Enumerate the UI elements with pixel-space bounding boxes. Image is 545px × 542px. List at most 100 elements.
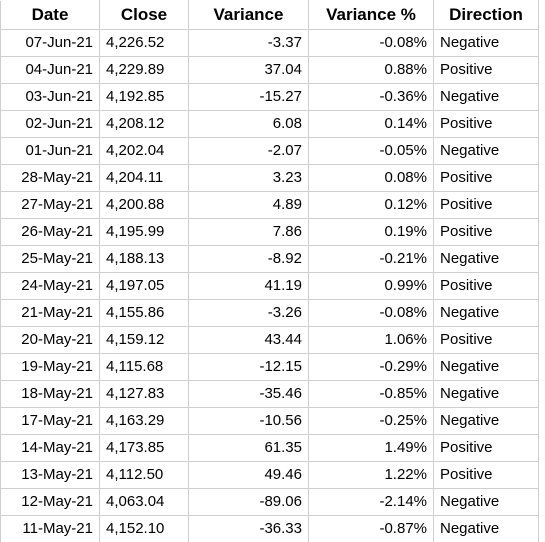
cell-close[interactable]: 4,173.85 — [100, 435, 189, 462]
table-row[interactable]: 24-May-214,197.0541.190.99%Positive — [1, 273, 539, 300]
cell-date[interactable]: 24-May-21 — [1, 273, 100, 300]
table-row[interactable]: 27-May-214,200.884.890.12%Positive — [1, 192, 539, 219]
cell-variance_pct[interactable]: 0.99% — [309, 273, 434, 300]
table-row[interactable]: 03-Jun-214,192.85-15.27-0.36%Negative — [1, 84, 539, 111]
cell-variance_pct[interactable]: -0.08% — [309, 300, 434, 327]
cell-close[interactable]: 4,229.89 — [100, 57, 189, 84]
cell-direction[interactable]: Negative — [434, 246, 539, 273]
cell-date[interactable]: 13-May-21 — [1, 462, 100, 489]
cell-close[interactable]: 4,155.86 — [100, 300, 189, 327]
cell-variance[interactable]: -12.15 — [189, 354, 309, 381]
cell-date[interactable]: 17-May-21 — [1, 408, 100, 435]
table-row[interactable]: 12-May-214,063.04-89.06-2.14%Negative — [1, 489, 539, 516]
cell-variance[interactable]: 3.23 — [189, 165, 309, 192]
cell-variance[interactable]: 61.35 — [189, 435, 309, 462]
table-row[interactable]: 11-May-214,152.10-36.33-0.87%Negative — [1, 516, 539, 542]
cell-variance[interactable]: -15.27 — [189, 84, 309, 111]
cell-close[interactable]: 4,127.83 — [100, 381, 189, 408]
cell-close[interactable]: 4,202.04 — [100, 138, 189, 165]
cell-close[interactable]: 4,200.88 — [100, 192, 189, 219]
table-row[interactable]: 02-Jun-214,208.126.080.14%Positive — [1, 111, 539, 138]
cell-direction[interactable]: Negative — [434, 408, 539, 435]
column-header-variance[interactable]: Variance — [189, 1, 309, 30]
table-row[interactable]: 17-May-214,163.29-10.56-0.25%Negative — [1, 408, 539, 435]
cell-variance[interactable]: 41.19 — [189, 273, 309, 300]
table-row[interactable]: 25-May-214,188.13-8.92-0.21%Negative — [1, 246, 539, 273]
cell-close[interactable]: 4,192.85 — [100, 84, 189, 111]
cell-close[interactable]: 4,152.10 — [100, 516, 189, 542]
cell-direction[interactable]: Positive — [434, 111, 539, 138]
cell-direction[interactable]: Positive — [434, 327, 539, 354]
cell-variance_pct[interactable]: -0.05% — [309, 138, 434, 165]
cell-close[interactable]: 4,163.29 — [100, 408, 189, 435]
cell-date[interactable]: 20-May-21 — [1, 327, 100, 354]
cell-variance_pct[interactable]: 1.49% — [309, 435, 434, 462]
cell-close[interactable]: 4,159.12 — [100, 327, 189, 354]
cell-variance_pct[interactable]: 0.08% — [309, 165, 434, 192]
table-row[interactable]: 04-Jun-214,229.8937.040.88%Positive — [1, 57, 539, 84]
cell-variance_pct[interactable]: 0.12% — [309, 192, 434, 219]
column-header-close[interactable]: Close — [100, 1, 189, 30]
cell-close[interactable]: 4,115.68 — [100, 354, 189, 381]
cell-variance_pct[interactable]: -0.87% — [309, 516, 434, 542]
cell-variance[interactable]: -3.37 — [189, 30, 309, 57]
cell-direction[interactable]: Negative — [434, 300, 539, 327]
cell-variance[interactable]: 4.89 — [189, 192, 309, 219]
cell-close[interactable]: 4,112.50 — [100, 462, 189, 489]
cell-variance_pct[interactable]: 0.88% — [309, 57, 434, 84]
table-row[interactable]: 19-May-214,115.68-12.15-0.29%Negative — [1, 354, 539, 381]
cell-variance_pct[interactable]: -0.21% — [309, 246, 434, 273]
cell-date[interactable]: 21-May-21 — [1, 300, 100, 327]
cell-date[interactable]: 12-May-21 — [1, 489, 100, 516]
cell-variance_pct[interactable]: -2.14% — [309, 489, 434, 516]
cell-direction[interactable]: Negative — [434, 354, 539, 381]
table-row[interactable]: 14-May-214,173.8561.351.49%Positive — [1, 435, 539, 462]
cell-date[interactable]: 25-May-21 — [1, 246, 100, 273]
cell-direction[interactable]: Positive — [434, 57, 539, 84]
cell-variance_pct[interactable]: 1.06% — [309, 327, 434, 354]
cell-close[interactable]: 4,188.13 — [100, 246, 189, 273]
cell-close[interactable]: 4,226.52 — [100, 30, 189, 57]
cell-variance_pct[interactable]: 1.22% — [309, 462, 434, 489]
cell-variance[interactable]: 43.44 — [189, 327, 309, 354]
cell-direction[interactable]: Positive — [434, 435, 539, 462]
cell-variance[interactable]: -89.06 — [189, 489, 309, 516]
cell-variance_pct[interactable]: -0.85% — [309, 381, 434, 408]
cell-date[interactable]: 28-May-21 — [1, 165, 100, 192]
cell-direction[interactable]: Negative — [434, 516, 539, 542]
cell-variance[interactable]: 37.04 — [189, 57, 309, 84]
cell-direction[interactable]: Negative — [434, 30, 539, 57]
cell-direction[interactable]: Positive — [434, 462, 539, 489]
cell-direction[interactable]: Positive — [434, 192, 539, 219]
cell-direction[interactable]: Positive — [434, 273, 539, 300]
column-header-variance-percent[interactable]: Variance % — [309, 1, 434, 30]
cell-date[interactable]: 04-Jun-21 — [1, 57, 100, 84]
column-header-date[interactable]: Date — [1, 1, 100, 30]
table-row[interactable]: 13-May-214,112.5049.461.22%Positive — [1, 462, 539, 489]
cell-close[interactable]: 4,195.99 — [100, 219, 189, 246]
cell-variance_pct[interactable]: 0.19% — [309, 219, 434, 246]
cell-date[interactable]: 18-May-21 — [1, 381, 100, 408]
cell-variance_pct[interactable]: -0.25% — [309, 408, 434, 435]
cell-variance[interactable]: 49.46 — [189, 462, 309, 489]
table-row[interactable]: 21-May-214,155.86-3.26-0.08%Negative — [1, 300, 539, 327]
cell-direction[interactable]: Negative — [434, 381, 539, 408]
cell-variance[interactable]: -8.92 — [189, 246, 309, 273]
table-row[interactable]: 07-Jun-214,226.52-3.37-0.08%Negative — [1, 30, 539, 57]
cell-variance[interactable]: -36.33 — [189, 516, 309, 542]
cell-date[interactable]: 27-May-21 — [1, 192, 100, 219]
cell-date[interactable]: 19-May-21 — [1, 354, 100, 381]
column-header-direction[interactable]: Direction — [434, 1, 539, 30]
cell-close[interactable]: 4,204.11 — [100, 165, 189, 192]
table-row[interactable]: 26-May-214,195.997.860.19%Positive — [1, 219, 539, 246]
cell-direction[interactable]: Positive — [434, 219, 539, 246]
cell-direction[interactable]: Positive — [434, 165, 539, 192]
table-row[interactable]: 18-May-214,127.83-35.46-0.85%Negative — [1, 381, 539, 408]
cell-direction[interactable]: Negative — [434, 489, 539, 516]
table-row[interactable]: 20-May-214,159.1243.441.06%Positive — [1, 327, 539, 354]
cell-date[interactable]: 03-Jun-21 — [1, 84, 100, 111]
cell-close[interactable]: 4,208.12 — [100, 111, 189, 138]
cell-date[interactable]: 11-May-21 — [1, 516, 100, 542]
cell-close[interactable]: 4,063.04 — [100, 489, 189, 516]
cell-variance[interactable]: -35.46 — [189, 381, 309, 408]
